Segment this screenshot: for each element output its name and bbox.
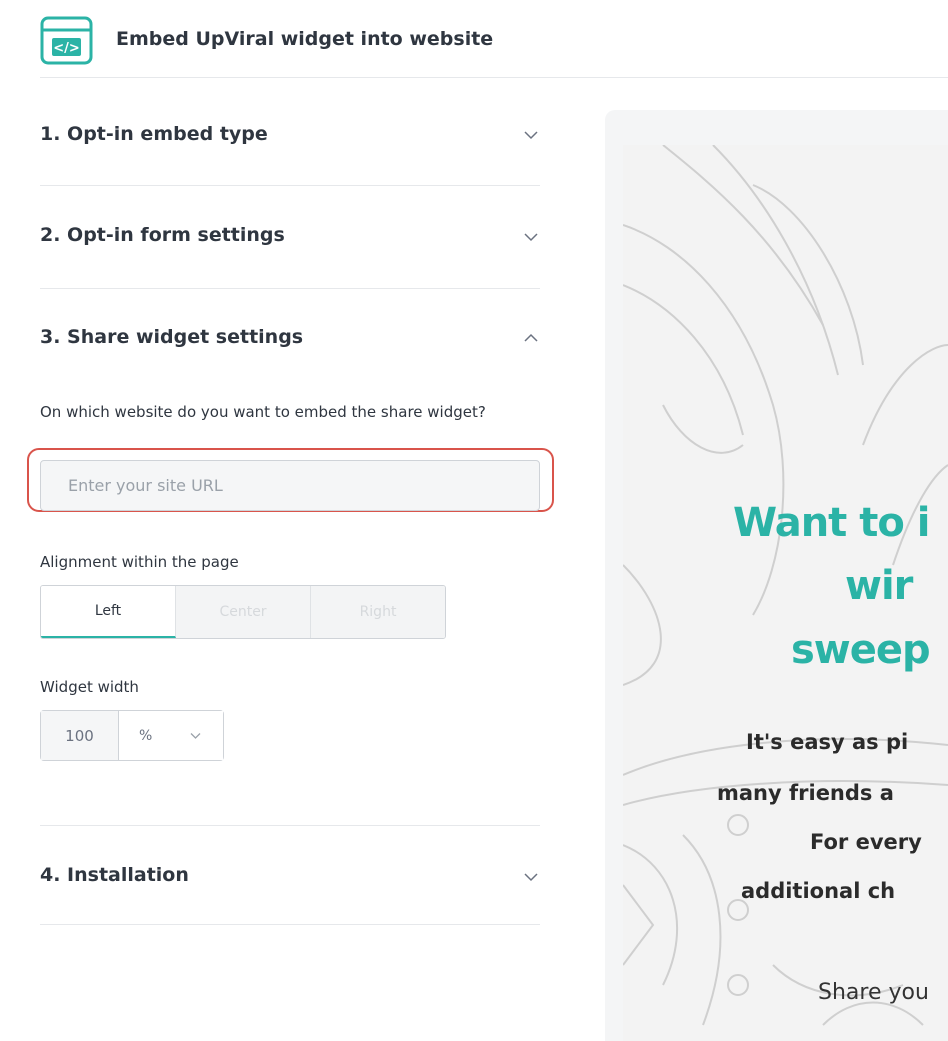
chevron-down-icon: [524, 131, 538, 140]
section-share-widget-settings: 3. Share widget settings On which websit…: [27, 289, 554, 826]
site-url-input[interactable]: [40, 460, 540, 511]
section-title: 2. Opt-in form settings: [40, 224, 285, 246]
section-title: 1. Opt-in embed type: [40, 123, 268, 145]
section-header-opt-in-embed-type[interactable]: 1. Opt-in embed type: [40, 80, 540, 185]
widget-width-input[interactable]: 100: [41, 711, 119, 760]
settings-panel: 1. Opt-in embed type 2. Opt-in form sett…: [27, 80, 554, 925]
preview-headline-line-1: Want to i: [733, 500, 930, 546]
page-header: </> Embed UpViral widget into website: [40, 16, 948, 78]
alignment-left-button[interactable]: Left: [41, 586, 176, 638]
section-opt-in-form-settings: 2. Opt-in form settings: [40, 186, 540, 289]
alignment-right-button[interactable]: Right: [311, 586, 445, 638]
section-title: 3. Share widget settings: [40, 326, 304, 348]
preview-body-line-3: For every: [810, 830, 922, 854]
preview-body-line-4: additional ch: [741, 879, 896, 903]
widget-width-control: 100 %: [40, 710, 224, 761]
preview-headline-line-2: wir: [845, 563, 913, 609]
preview-share-text: Share you: [818, 980, 929, 1005]
code-window-icon: </>: [40, 16, 93, 65]
preview-body-line-2: many friends a: [717, 781, 894, 805]
section-opt-in-embed-type: 1. Opt-in embed type: [40, 80, 540, 186]
widget-preview: Want to i wir sweep It's easy as pi many…: [623, 145, 948, 1041]
alignment-label: Alignment within the page: [40, 553, 239, 571]
section-title: 4. Installation: [40, 864, 189, 886]
svg-text:</>: </>: [53, 41, 80, 56]
section-installation: 4. Installation: [40, 826, 540, 925]
preview-body-line-1: It's easy as pi: [746, 730, 909, 754]
page-title: Embed UpViral widget into website: [116, 28, 494, 50]
chevron-down-icon: [524, 233, 538, 242]
width-unit-select[interactable]: %: [119, 711, 223, 760]
widget-width-label: Widget width: [40, 678, 139, 696]
alignment-center-button[interactable]: Center: [176, 586, 311, 638]
width-unit-value: %: [139, 727, 153, 744]
site-url-question: On which website do you want to embed th…: [40, 403, 486, 421]
section-header-share-widget-settings[interactable]: 3. Share widget settings: [40, 289, 540, 389]
chevron-up-icon: [524, 333, 538, 342]
chevron-down-icon: [190, 733, 201, 739]
preview-headline-line-3: sweep: [791, 627, 931, 673]
alignment-selector: Left Center Right: [40, 585, 446, 639]
section-header-opt-in-form-settings[interactable]: 2. Opt-in form settings: [40, 186, 540, 288]
section-header-installation[interactable]: 4. Installation: [40, 826, 540, 924]
chevron-down-icon: [524, 873, 538, 882]
